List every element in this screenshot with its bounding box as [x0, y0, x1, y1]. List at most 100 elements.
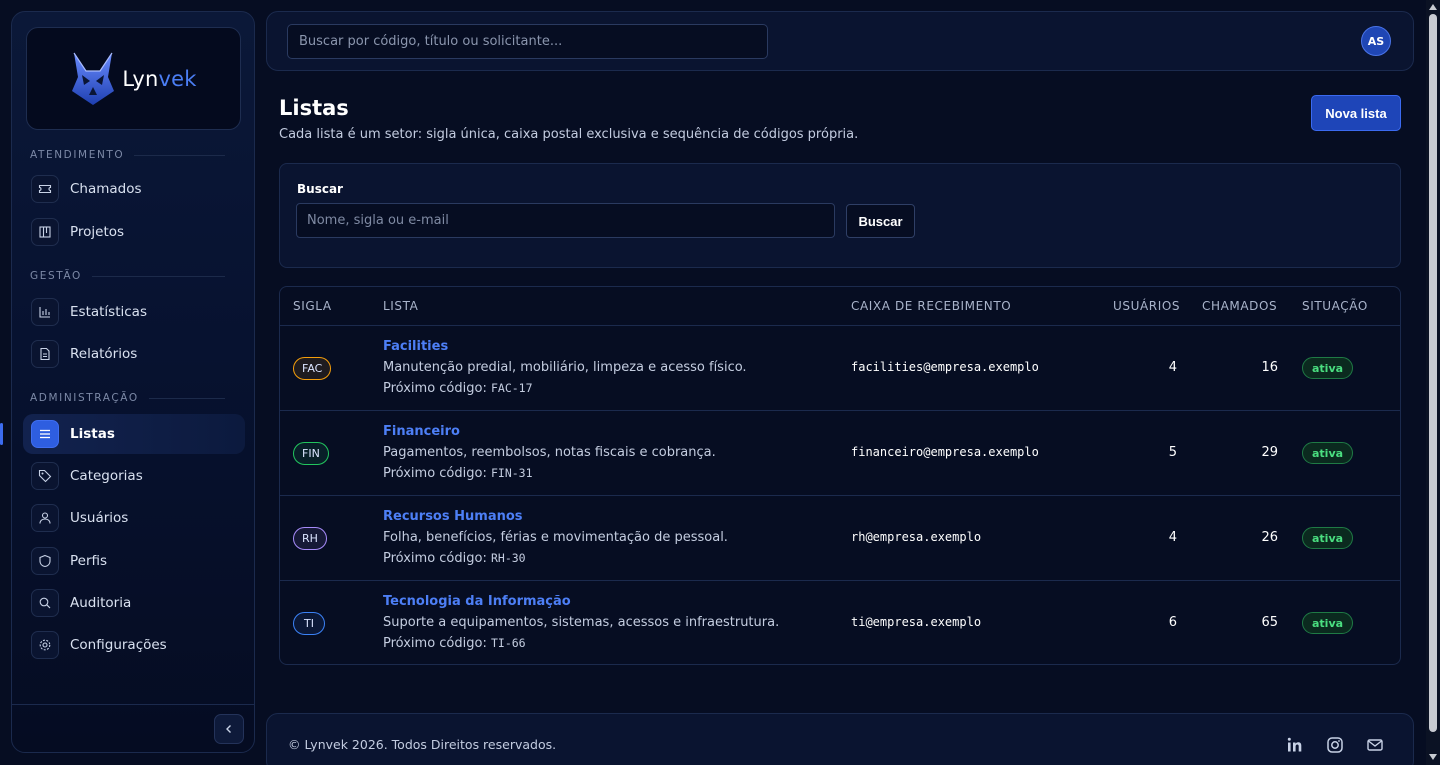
- user-avatar[interactable]: AS: [1361, 26, 1391, 56]
- next-code: Próximo código: FIN-31: [383, 466, 533, 481]
- table-row[interactable]: RH Recursos Humanos Folha, benefícios, f…: [280, 496, 1400, 581]
- status-badge: ativa: [1302, 612, 1354, 634]
- column-header-chamados: CHAMADOS: [1202, 299, 1278, 313]
- footer: © Lynvek 2026. Todos Direitos reservados…: [266, 713, 1414, 765]
- sidebar-item-label: Listas: [70, 426, 115, 442]
- status-badge: ativa: [1302, 357, 1354, 379]
- inbox-email: facilities@empresa.exemplo: [851, 360, 1039, 374]
- next-code: Próximo código: TI-66: [383, 636, 526, 651]
- table-header: SIGLA LISTA CAIXA DE RECEBIMENTO USUÁRIO…: [280, 287, 1400, 326]
- table-row[interactable]: TI Tecnologia da Informação Suporte a eq…: [280, 581, 1400, 664]
- sidebar-item-chamados[interactable]: Chamados: [23, 169, 245, 209]
- copyright-text: © Lynvek 2026. Todos Direitos reservados…: [288, 737, 557, 752]
- filter-search-button[interactable]: Buscar: [846, 204, 915, 238]
- column-header-usuarios: USUÁRIOS: [1113, 299, 1181, 313]
- list-description: Pagamentos, reembolsos, notas fiscais e …: [383, 445, 716, 460]
- ticket-icon: [31, 175, 59, 203]
- column-header-sigla: SIGLA: [293, 299, 332, 313]
- new-list-button[interactable]: Nova lista: [1311, 95, 1401, 131]
- status-badge: ativa: [1302, 527, 1354, 549]
- scroll-up-icon[interactable]: [1428, 2, 1438, 12]
- users-count: 6: [1168, 615, 1177, 630]
- bar-chart-icon: [31, 298, 59, 326]
- tickets-count: 26: [1261, 530, 1278, 545]
- sidebar-divider: [12, 704, 254, 705]
- sidebar-item-label: Categorias: [70, 468, 143, 484]
- tickets-count: 29: [1261, 445, 1278, 460]
- sidebar-item-label: Configurações: [70, 637, 167, 653]
- users-count: 5: [1168, 445, 1177, 460]
- sidebar-item-usuarios[interactable]: Usuários: [23, 498, 245, 538]
- sidebar-item-perfis[interactable]: Perfis: [23, 541, 245, 581]
- filter-card: Buscar Buscar: [279, 163, 1401, 268]
- sidebar-item-projetos[interactable]: Projetos: [23, 212, 245, 252]
- inbox-email: ti@empresa.exemplo: [851, 615, 982, 629]
- sidebar-item-auditoria[interactable]: Auditoria: [23, 583, 245, 623]
- section-label-atendimento: ATENDIMENTO: [30, 149, 225, 161]
- brand-logo[interactable]: Lynvek: [26, 27, 241, 130]
- list-description: Folha, benefícios, férias e movimentação…: [383, 530, 728, 545]
- sidebar-item-relatorios[interactable]: Relatórios: [23, 334, 245, 374]
- sidebar-item-label: Usuários: [70, 510, 129, 526]
- sidebar-item-label: Estatísticas: [70, 304, 147, 320]
- sidebar-item-estatisticas[interactable]: Estatísticas: [23, 292, 245, 332]
- list-description: Manutenção predial, mobiliário, limpeza …: [383, 360, 747, 375]
- section-label-gestao: GESTÃO: [30, 270, 225, 282]
- scroll-down-icon[interactable]: [1428, 752, 1438, 762]
- filter-label: Buscar: [297, 182, 343, 196]
- column-header-situacao: SITUAÇÃO: [1302, 299, 1368, 313]
- shield-icon: [31, 547, 59, 575]
- search-icon: [31, 589, 59, 617]
- gear-icon: [31, 631, 59, 659]
- inbox-email: rh@empresa.exemplo: [851, 530, 982, 544]
- users-count: 4: [1168, 530, 1177, 545]
- mail-icon[interactable]: [1365, 735, 1385, 755]
- column-header-lista: LISTA: [383, 299, 419, 313]
- page-subtitle: Cada lista é um setor: sigla única, caix…: [279, 127, 859, 142]
- list-name-link[interactable]: Tecnologia da Informação: [383, 594, 571, 609]
- sidebar-item-categorias[interactable]: Categorias: [23, 456, 245, 496]
- table-row[interactable]: FAC Facilities Manutenção predial, mobil…: [280, 326, 1400, 411]
- table-row[interactable]: FIN Financeiro Pagamentos, reembolsos, n…: [280, 411, 1400, 496]
- sidebar-item-configuracoes[interactable]: Configurações: [23, 625, 245, 665]
- lynx-logo-icon: [72, 52, 115, 105]
- sidebar-item-label: Chamados: [70, 181, 142, 197]
- code-badge: FAC: [293, 357, 332, 380]
- user-icon: [31, 504, 59, 532]
- global-search-input[interactable]: [287, 24, 768, 59]
- list-name-link[interactable]: Financeiro: [383, 424, 460, 439]
- chevron-left-icon: [226, 725, 231, 733]
- list-description: Suporte a equipamentos, sistemas, acesso…: [383, 615, 780, 630]
- kanban-icon: [31, 218, 59, 246]
- tickets-count: 65: [1261, 615, 1278, 630]
- active-nav-indicator: [0, 423, 3, 445]
- brand-name: Lynvek: [122, 66, 197, 91]
- users-count: 4: [1168, 360, 1177, 375]
- collapse-sidebar-button[interactable]: [214, 714, 244, 744]
- sidebar-item-label: Relatórios: [70, 346, 138, 362]
- sidebar-item-label: Auditoria: [70, 595, 132, 611]
- document-icon: [31, 340, 59, 368]
- list-name-link[interactable]: Recursos Humanos: [383, 509, 523, 524]
- code-badge: FIN: [293, 442, 329, 465]
- scrollbar-thumb[interactable]: [1429, 14, 1437, 732]
- next-code: Próximo código: FAC-17: [383, 381, 533, 396]
- filter-search-input[interactable]: [296, 203, 835, 238]
- status-badge: ativa: [1302, 442, 1354, 464]
- page-title: Listas: [279, 96, 349, 120]
- code-badge: RH: [293, 527, 327, 550]
- sidebar-item-label: Projetos: [70, 224, 125, 240]
- inbox-email: financeiro@empresa.exemplo: [851, 445, 1039, 459]
- list-icon: [31, 420, 59, 448]
- topbar: AS: [266, 11, 1414, 71]
- sidebar: Lynvek ATENDIMENTO Chamados Projetos GES…: [11, 11, 255, 753]
- instagram-icon[interactable]: [1325, 735, 1345, 755]
- sidebar-item-listas[interactable]: Listas: [23, 414, 245, 454]
- list-name-link[interactable]: Facilities: [383, 339, 448, 354]
- tickets-count: 16: [1261, 360, 1278, 375]
- code-badge: TI: [293, 612, 325, 635]
- section-label-administracao: ADMINISTRAÇÃO: [30, 392, 225, 404]
- next-code: Próximo código: RH-30: [383, 551, 526, 566]
- linkedin-icon[interactable]: [1285, 735, 1305, 755]
- sidebar-item-label: Perfis: [70, 553, 108, 569]
